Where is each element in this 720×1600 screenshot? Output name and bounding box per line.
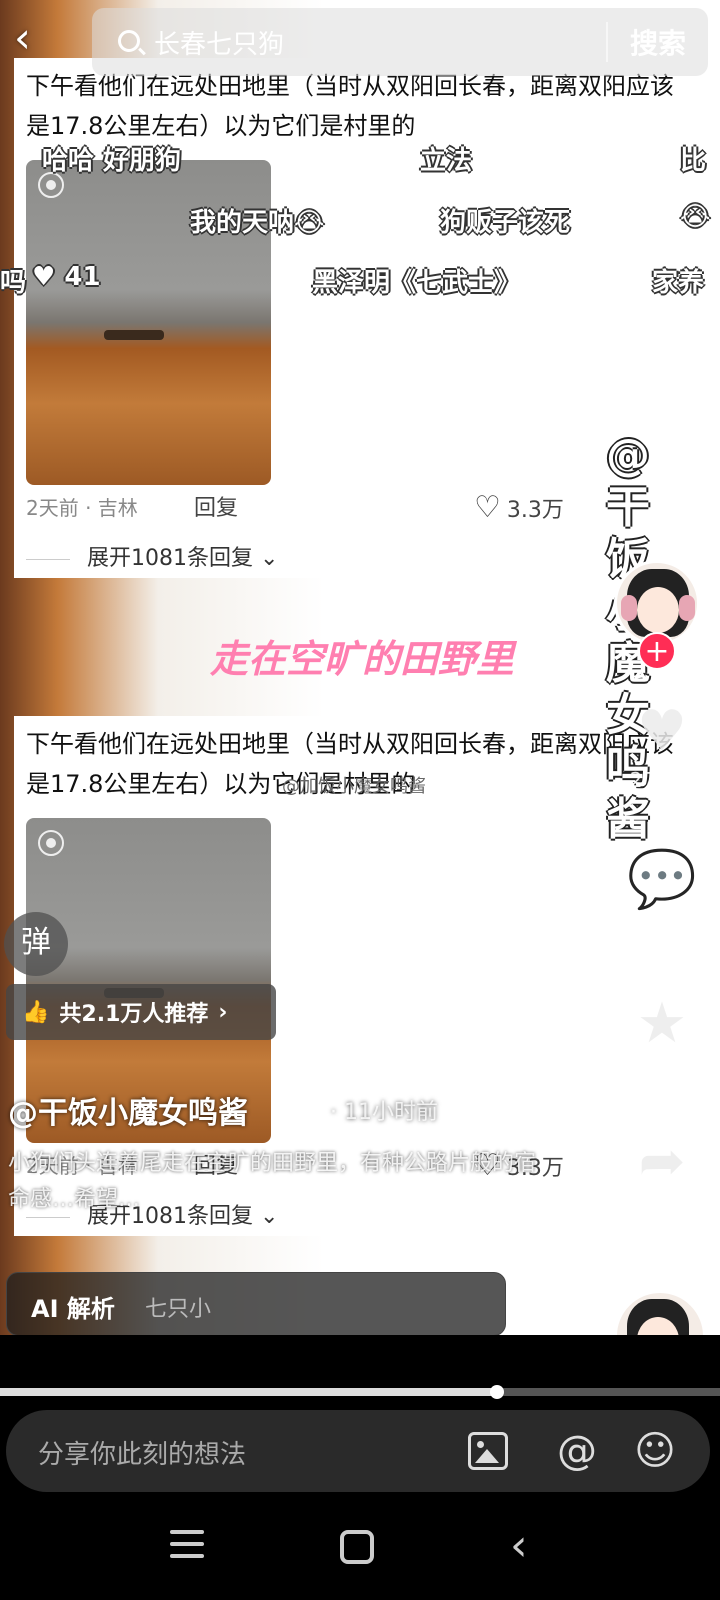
comment-button[interactable]: 💬 5722 xyxy=(620,847,704,937)
heart-icon: ♥ xyxy=(636,699,688,764)
danmaku-like-count: 41 xyxy=(64,262,101,292)
comment-like[interactable]: ♡ 3.3万 xyxy=(474,490,564,525)
live-photo-icon xyxy=(38,830,64,856)
comment-like-count: 3.3万 xyxy=(506,497,564,523)
video-caption: 走在空旷的田野里 xyxy=(210,637,515,681)
comment-icon: 💬 xyxy=(627,847,697,912)
like-button[interactable]: ♥ 27.3万 xyxy=(620,700,704,793)
author-name[interactable]: @干饭小魔女鸣酱 xyxy=(8,1088,248,1132)
ai-text: 七只小 xyxy=(145,1297,212,1322)
expand-replies-label: 展开1081条回复 xyxy=(87,546,253,571)
search-bar[interactable]: 长春七只狗 搜索 xyxy=(92,8,708,76)
video-description[interactable]: 小狗们头连着尾走在空旷的田野里，有种公路片般的宿命感…希望… xyxy=(8,1146,538,1218)
comment-meta: 2天前 · 吉林 xyxy=(26,496,138,520)
danmaku-comment: 立法 xyxy=(420,146,473,176)
headphone-icon xyxy=(679,595,695,621)
search-input[interactable]: 长春七只狗 xyxy=(154,24,284,61)
top-bar: 长春七只狗 搜索 ‹ xyxy=(0,0,720,80)
back-arrow-icon[interactable]: ‹ xyxy=(14,17,58,62)
recommend-pill[interactable]: 👍 共2.1万人推荐 › xyxy=(6,984,276,1040)
share-icon: ➦ xyxy=(638,1129,686,1194)
progress-fill xyxy=(0,1388,497,1396)
comment-count: 5722 xyxy=(636,912,688,936)
danmaku-comment: 家养 xyxy=(652,268,705,298)
danmaku-comment: 狗贩子该死 xyxy=(440,208,571,238)
avatar-face xyxy=(637,587,679,633)
emoji-icon[interactable]: ☺ xyxy=(632,1428,678,1474)
comment-input[interactable]: 分享你此刻的想法 xyxy=(38,1434,246,1471)
search-icon xyxy=(118,30,140,52)
share-button[interactable]: ➦ 13.7万 xyxy=(620,1130,704,1223)
danmaku-comment: 😭 xyxy=(680,202,711,232)
search-button[interactable]: 搜索 xyxy=(605,22,686,62)
recent-apps-icon[interactable] xyxy=(170,1530,204,1566)
thumbs-up-icon: 👍 xyxy=(22,999,50,1025)
like-count: 27.3万 xyxy=(629,768,695,792)
danmaku-toggle-button[interactable]: 弹 xyxy=(4,912,68,976)
danmaku-like: ♥ 41 xyxy=(32,262,101,292)
ai-label: AI 解析 xyxy=(31,1295,115,1323)
watermark: @加饭小魔女鸣酱 xyxy=(282,776,426,797)
ai-analysis-box[interactable]: AI 解析 七只小 xyxy=(6,1272,506,1335)
expand-replies[interactable]: 展开1081条回复 ⌄ xyxy=(26,540,278,572)
recommend-label: 共2.1万人推荐 xyxy=(59,1002,209,1027)
home-icon[interactable] xyxy=(340,1530,374,1564)
danmaku-comment: 哈哈 好朋狗 xyxy=(42,146,182,176)
heart-icon: ♡ xyxy=(474,490,501,525)
comment-bar[interactable]: 分享你此刻的想法 @ ☺ xyxy=(6,1410,710,1492)
image-icon[interactable] xyxy=(468,1432,508,1470)
danmaku-comment: 比 xyxy=(680,146,707,176)
danmaku-comment: 我的天呐😭 xyxy=(190,208,325,238)
favorite-button[interactable]: ★ 6405 xyxy=(620,991,704,1081)
video-player[interactable]: 下午看他们在远处田地里（当时从双阳回长春，距离双阳应该是17.8公里左右）以为它… xyxy=(0,0,720,1335)
danmaku-comment: 吗 xyxy=(0,268,27,298)
headphone-icon xyxy=(621,595,637,621)
dog-figure xyxy=(104,330,164,340)
danmaku-comment: 黑泽明《七武士》 xyxy=(312,268,521,298)
post-time: · 11小时前 xyxy=(330,1100,438,1125)
at-icon[interactable]: @ xyxy=(554,1428,600,1474)
star-icon: ★ xyxy=(636,991,688,1056)
heart-icon: ♥ xyxy=(32,262,56,292)
music-avatar[interactable] xyxy=(614,1290,706,1335)
nav-back-icon[interactable]: ‹ xyxy=(510,1520,528,1571)
reply-button[interactable]: 回复 xyxy=(194,490,238,522)
favorite-count: 6405 xyxy=(636,1056,688,1080)
video-progress-bar[interactable] xyxy=(0,1385,720,1399)
chevron-right-icon: › xyxy=(218,999,228,1025)
system-nav-bar: ‹ xyxy=(0,1500,720,1600)
follow-button[interactable]: + xyxy=(638,632,676,670)
progress-knob[interactable] xyxy=(489,1385,504,1399)
share-count: 13.7万 xyxy=(629,1198,695,1222)
